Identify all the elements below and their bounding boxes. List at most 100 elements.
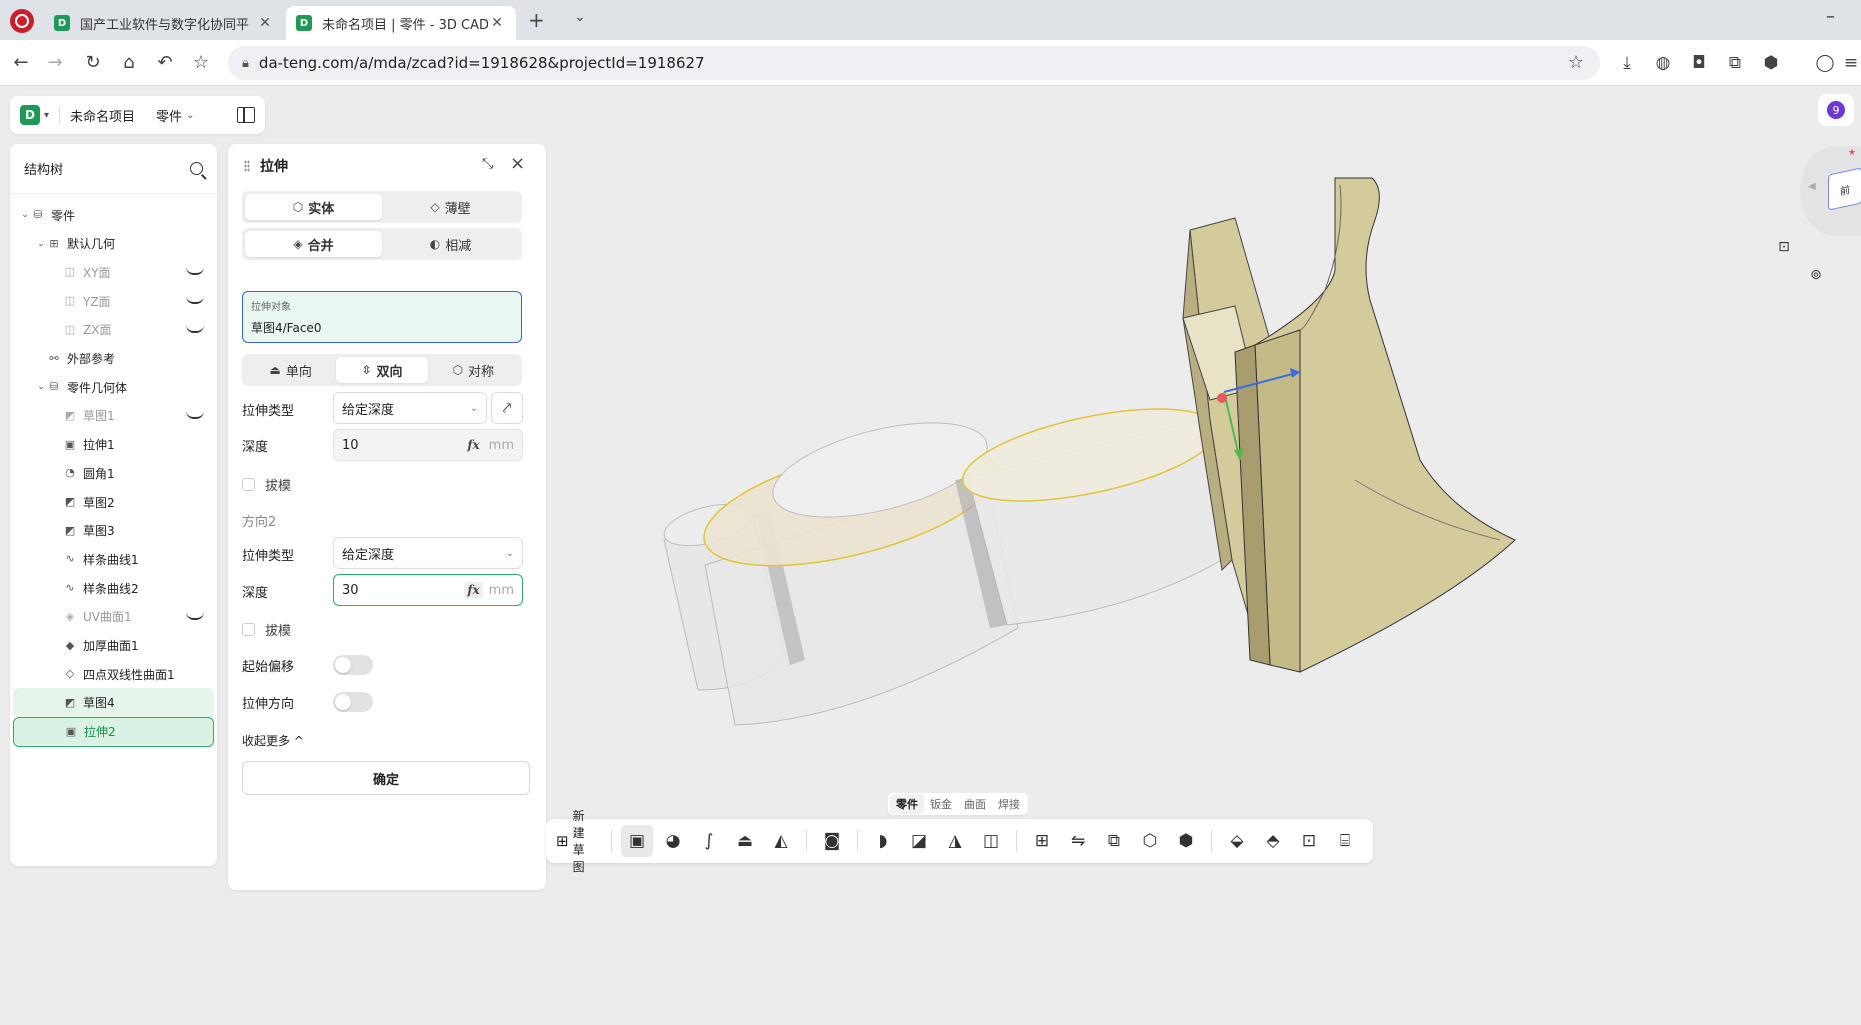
browser-tab-cad[interactable]: D 未命名项目 | 零件 - 3D CAD ✕ <box>286 6 516 40</box>
draft-checkbox-2[interactable]: 拔模 <box>242 620 291 639</box>
toggle-panel-icon[interactable] <box>237 107 255 123</box>
visibility-hidden-icon[interactable] <box>186 267 204 276</box>
tree-item[interactable]: ∿ 样条曲线1 <box>13 544 214 574</box>
formula-icon[interactable]: fx <box>464 437 482 453</box>
tree-item[interactable]: ⌄ ⛁ 零件 <box>13 200 214 230</box>
extrude-tool-icon[interactable]: ▣ <box>621 825 653 857</box>
tree-item[interactable]: ⚯ 外部参考 <box>13 344 214 374</box>
drag-handle-icon[interactable] <box>244 160 250 172</box>
tree-item[interactable]: ◫ ZX面 <box>13 315 214 345</box>
material-tool-icon[interactable]: ⌸ <box>1329 825 1361 857</box>
depth1-input[interactable]: 10 fx mm <box>333 429 523 461</box>
ai-icon[interactable]: ⬢ <box>1760 52 1782 74</box>
project-name[interactable]: 未命名项目 <box>70 106 135 125</box>
tab-close-icon[interactable]: ✕ <box>488 15 506 31</box>
tree-item[interactable]: ◫ YZ面 <box>13 286 214 316</box>
draft-tool-icon[interactable]: ◮ <box>939 825 971 857</box>
measure-tool-icon[interactable]: ⊡ <box>1293 825 1325 857</box>
bookmark-star-icon[interactable]: ☆ <box>190 52 212 74</box>
collapse-icon[interactable]: ⤡ <box>482 156 493 172</box>
tree-item[interactable]: ◩ 草图1 <box>13 401 214 431</box>
chevron-down-icon[interactable]: ⌄ <box>186 110 194 121</box>
mode-tab[interactable]: 零件 <box>890 794 924 814</box>
tree-item[interactable]: ◈ UV曲面1 <box>13 602 214 632</box>
pattern-tool-icon[interactable]: ⊞ <box>1026 825 1058 857</box>
shell-tool-icon[interactable]: ◫ <box>975 825 1007 857</box>
view-settings-icon[interactable]: ⊚ <box>1805 264 1827 286</box>
undo-icon[interactable]: ↶ <box>154 52 176 74</box>
mode-tab[interactable]: 曲面 <box>958 794 992 814</box>
hole-tool-icon[interactable]: ◙ <box>816 825 848 857</box>
tab-search-icon[interactable]: ⌄ <box>574 9 586 25</box>
tree-item[interactable]: ∿ 样条曲线2 <box>13 573 214 603</box>
browser-tab-platform[interactable]: D 国产工业软件与数字化协同平 ✕ <box>44 6 284 40</box>
profile-icon[interactable]: ◯ <box>1814 52 1836 74</box>
tab-close-icon[interactable]: ✕ <box>256 15 274 31</box>
fillet-tool-icon[interactable]: ◗ <box>867 825 899 857</box>
rib-tool-icon[interactable]: ◭ <box>765 825 797 857</box>
tree-item[interactable]: ◇ 四点双线性曲面1 <box>13 659 214 689</box>
new-tab-icon[interactable]: + <box>528 8 545 32</box>
tree-item[interactable]: ◩ 草图4 <box>13 687 214 718</box>
checkbox-box[interactable] <box>242 478 255 491</box>
move-body-tool-icon[interactable]: ⧉ <box>1098 825 1130 857</box>
extrude-target-field[interactable]: 拉伸对象 草图4/Face0 <box>242 291 522 343</box>
extrude-direction-switch[interactable] <box>333 692 373 712</box>
chamfer-tool-icon[interactable]: ◪ <box>903 825 935 857</box>
one-way-option[interactable]: ⏏ 单向 <box>245 357 336 383</box>
app-logo-icon[interactable]: D <box>20 105 40 125</box>
symmetric-option[interactable]: ⬡ 对称 <box>428 357 519 383</box>
split-tool-icon[interactable]: ⬢ <box>1170 825 1202 857</box>
reference-axis-tool-icon[interactable]: ⬘ <box>1257 825 1289 857</box>
collapse-more-link[interactable]: 收起更多 ^ <box>242 732 304 749</box>
back-icon[interactable]: ← <box>10 52 32 74</box>
mode-tab[interactable]: 焊接 <box>992 794 1026 814</box>
tree-item[interactable]: ◩ 草图3 <box>13 516 214 546</box>
mode-tab[interactable]: 钣金 <box>924 794 958 814</box>
view-cube-face[interactable]: 前 <box>1828 167 1861 211</box>
fit-view-icon[interactable]: ⊡ <box>1773 236 1795 258</box>
menu-icon[interactable]: ≡ <box>1840 52 1861 74</box>
view-cube[interactable]: ◀ 前 ★ <box>1800 146 1861 236</box>
visibility-hidden-icon[interactable] <box>186 296 204 305</box>
checkbox-box[interactable] <box>242 623 255 636</box>
tree-item[interactable]: ▣ 拉伸1 <box>13 430 214 460</box>
chevron-down-icon[interactable]: ▾ <box>44 110 49 121</box>
tree-item[interactable]: ⌄ ⛁ 零件几何体 <box>13 372 214 402</box>
visibility-hidden-icon[interactable] <box>186 411 204 419</box>
bookmark-page-icon[interactable]: ☆ <box>1568 52 1584 73</box>
camera-icon[interactable]: ◘ <box>1688 52 1710 74</box>
solid-option[interactable]: ⬡ 实体 <box>245 194 382 220</box>
notification-badge[interactable]: 9 <box>1818 94 1854 126</box>
globe-icon[interactable]: ◍ <box>1652 52 1674 74</box>
thin-wall-option[interactable]: ◇ 薄壁 <box>382 194 519 220</box>
draft-checkbox[interactable]: 拔模 <box>242 475 291 494</box>
3d-viewport[interactable] <box>600 146 1560 786</box>
start-offset-switch[interactable] <box>333 655 373 675</box>
subtract-option[interactable]: ◐ 相减 <box>382 231 519 257</box>
chevron-down-icon[interactable]: ⌄ <box>35 382 47 392</box>
extrude-type-select[interactable]: 给定深度 ⌄ <box>333 392 487 424</box>
browser-logo-icon[interactable] <box>10 9 34 33</box>
extrude-type-select-2[interactable]: 给定深度 ⌄ <box>333 537 523 569</box>
loft-tool-icon[interactable]: ⏏ <box>729 825 761 857</box>
revolve-tool-icon[interactable]: ◕ <box>657 825 689 857</box>
home-icon[interactable]: ⌂ <box>118 52 140 74</box>
search-icon[interactable] <box>190 162 203 175</box>
tree-item[interactable]: ⌄ ⊞ 默认几何 <box>13 229 214 259</box>
visibility-hidden-icon[interactable] <box>186 325 204 333</box>
reload-icon[interactable]: ↻ <box>82 52 104 74</box>
close-icon[interactable]: × <box>510 153 525 174</box>
tree-item[interactable]: ◔ 圆角1 <box>13 458 214 488</box>
combine-tool-icon[interactable]: ⬡ <box>1134 825 1166 857</box>
download-icon[interactable]: ⤓ <box>1616 52 1638 74</box>
visibility-hidden-icon[interactable] <box>186 612 204 620</box>
tree-item[interactable]: ◩ 草图2 <box>13 487 214 517</box>
formula-icon[interactable]: fx <box>464 582 483 598</box>
chevron-down-icon[interactable]: ⌄ <box>35 239 47 249</box>
mirror-tool-icon[interactable]: ⇋ <box>1062 825 1094 857</box>
tree-item[interactable]: ◆ 加厚曲面1 <box>13 631 214 661</box>
address-bar[interactable]: 🔒︎ da-teng.com/a/mda/zcad?id=1918628&pro… <box>228 46 1600 80</box>
reference-plane-tool-icon[interactable]: ⬙ <box>1221 825 1253 857</box>
confirm-button[interactable]: 确定 <box>242 761 530 795</box>
